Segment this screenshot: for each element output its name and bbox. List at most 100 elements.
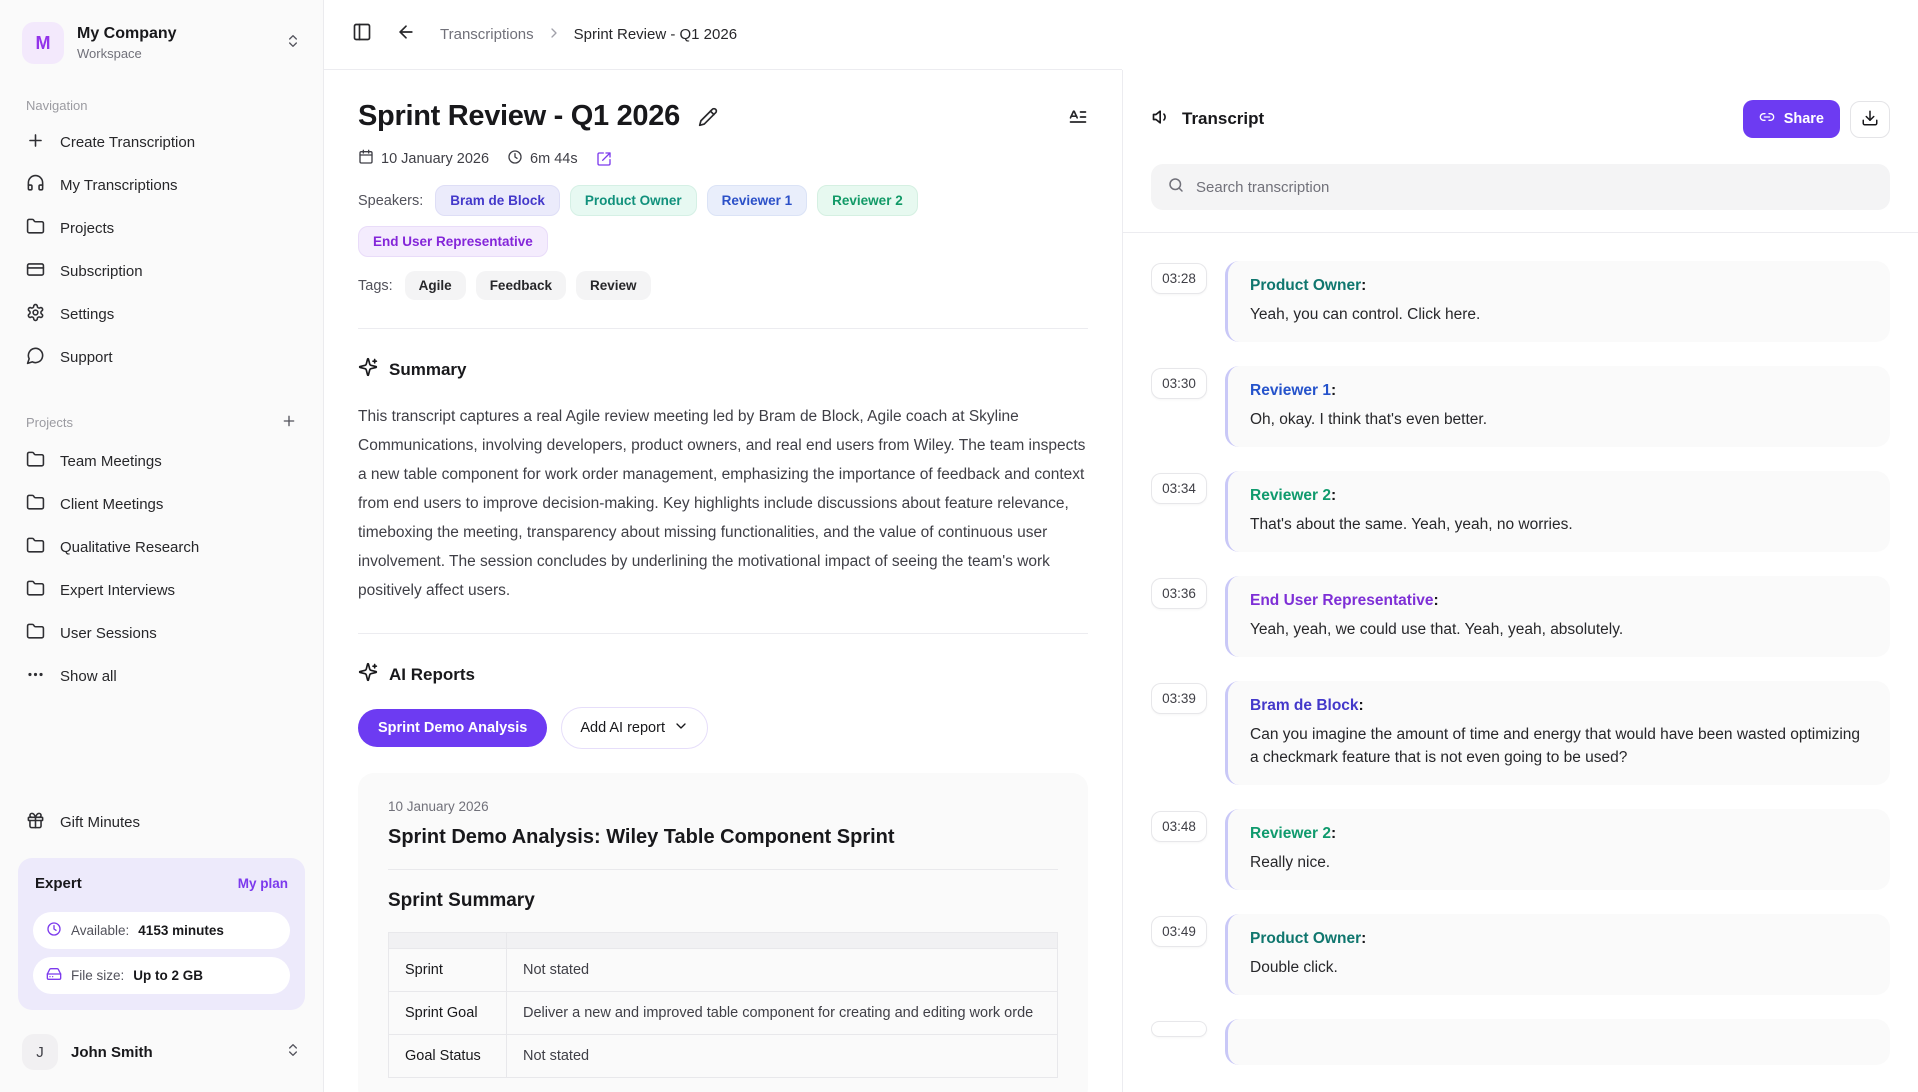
sidebar-project-qualitative-research[interactable]: Qualitative Research <box>18 526 305 569</box>
transcript-entry <box>1151 1019 1890 1065</box>
timestamp-pill[interactable]: 03:34 <box>1151 473 1207 504</box>
sidebar-item-settings[interactable]: Settings <box>18 293 305 336</box>
summary-heading: Summary <box>358 357 1088 382</box>
transcript-entry: 03:48 Reviewer 2: Really nice. <box>1151 809 1890 890</box>
projects-section-label: Projects <box>26 413 297 432</box>
transcript-text: That's about the same. Yeah, yeah, no wo… <box>1250 513 1868 536</box>
plan-card: Expert My plan Available: 4153 minutes F… <box>18 858 305 1010</box>
sidebar-project-team-meetings[interactable]: Team Meetings <box>18 440 305 483</box>
letter-text-icon-button[interactable] <box>1068 107 1088 127</box>
plan-available-pill: Available: 4153 minutes <box>33 912 290 949</box>
speaker-chip-end-user-representative[interactable]: End User Representative <box>358 226 548 257</box>
sparkles-icon <box>358 357 378 382</box>
timestamp-pill[interactable]: 03:36 <box>1151 578 1207 609</box>
workspace-type: Workspace <box>77 46 177 61</box>
folder-icon <box>26 622 45 645</box>
timestamp-pill[interactable]: 03:39 <box>1151 683 1207 714</box>
external-link-icon[interactable] <box>596 151 612 167</box>
headphones-icon <box>26 174 45 197</box>
transcript-bubble[interactable]: Reviewer 2: That's about the same. Yeah,… <box>1225 471 1890 552</box>
sidebar-item-label: Settings <box>60 306 114 323</box>
chevron-right-icon <box>546 25 562 45</box>
user-menu[interactable]: J John Smith <box>18 1030 305 1074</box>
sidebar-project-user-sessions[interactable]: User Sessions <box>18 612 305 655</box>
my-plan-link[interactable]: My plan <box>238 876 288 891</box>
search-icon <box>1167 176 1185 199</box>
transcript-text: Can you imagine the amount of time and e… <box>1250 723 1868 769</box>
transcript-bubble[interactable] <box>1225 1019 1890 1065</box>
chevron-down-icon <box>673 718 689 738</box>
tag-agile[interactable]: Agile <box>405 271 466 300</box>
transcript-bubble[interactable]: Reviewer 2: Really nice. <box>1225 809 1890 890</box>
tags-label: Tags: <box>358 278 393 294</box>
timestamp-pill[interactable]: 03:30 <box>1151 368 1207 399</box>
clock-icon <box>507 149 523 169</box>
sidebar-toggle-button[interactable] <box>352 22 372 47</box>
page-title: Sprint Review - Q1 2026 <box>358 100 680 133</box>
sidebar-item-create-transcription[interactable]: Create Transcription <box>18 121 305 164</box>
transcript-title: Transcript <box>1182 109 1264 129</box>
share-button[interactable]: Share <box>1743 100 1840 138</box>
sidebar-item-label: User Sessions <box>60 625 157 642</box>
sidebar-gift-minutes[interactable]: Gift Minutes <box>18 801 305 844</box>
table-header-row <box>389 933 1058 949</box>
ai-report-card: 10 January 2026 Sprint Demo Analysis: Wi… <box>358 773 1088 1092</box>
tag-review[interactable]: Review <box>576 271 651 300</box>
speaker-name: Bram de Block <box>1250 697 1359 714</box>
transcript-entry: 03:39 Bram de Block: Can you imagine the… <box>1151 681 1890 785</box>
sidebar-project-expert-interviews[interactable]: Expert Interviews <box>18 569 305 612</box>
sidebar-show-all[interactable]: Show all <box>18 655 305 698</box>
transcript-bubble[interactable]: End User Representative: Yeah, yeah, we … <box>1225 576 1890 657</box>
chevrons-up-down-icon <box>285 33 301 54</box>
transcript-entry: 03:49 Product Owner: Double click. <box>1151 914 1890 995</box>
sidebar: M My Company Workspace Navigation Create… <box>0 0 324 1092</box>
add-ai-report-button[interactable]: Add AI report <box>561 707 708 749</box>
sidebar-item-label: Team Meetings <box>60 453 162 470</box>
navigation-section-label: Navigation <box>26 98 297 113</box>
sidebar-item-label: Client Meetings <box>60 496 163 513</box>
speakers-label: Speakers: <box>358 193 423 209</box>
transcript-panel: Transcript Share 03:28 Product Owner: Ye… <box>1122 70 1918 1092</box>
timestamp-pill[interactable] <box>1151 1021 1207 1037</box>
edit-title-button[interactable] <box>698 107 718 127</box>
back-button[interactable] <box>396 22 416 47</box>
timestamp-pill[interactable]: 03:49 <box>1151 916 1207 947</box>
sparkles-icon <box>358 662 378 687</box>
search-input[interactable] <box>1196 179 1874 196</box>
timestamp-pill[interactable]: 03:48 <box>1151 811 1207 842</box>
speaker-chip-bram-de-block[interactable]: Bram de Block <box>435 185 560 216</box>
calendar-icon <box>358 149 374 169</box>
sidebar-item-projects[interactable]: Projects <box>18 207 305 250</box>
folder-icon <box>26 450 45 473</box>
speakers-row-2: End User Representative <box>358 226 1088 257</box>
credit-card-icon <box>26 260 45 283</box>
sprint-summary-table: Sprint Not stated Sprint Goal Deliver a … <box>388 932 1058 1078</box>
sidebar-item-my-transcriptions[interactable]: My Transcriptions <box>18 164 305 207</box>
avatar: J <box>22 1034 58 1070</box>
transcript-bubble[interactable]: Reviewer 1: Oh, okay. I think that's eve… <box>1225 366 1890 447</box>
speaker-name: Reviewer 1 <box>1250 382 1331 399</box>
tag-feedback[interactable]: Feedback <box>476 271 566 300</box>
sidebar-item-support[interactable]: Support <box>18 336 305 379</box>
add-project-button[interactable] <box>281 413 297 432</box>
sidebar-project-client-meetings[interactable]: Client Meetings <box>18 483 305 526</box>
timestamp-pill[interactable]: 03:28 <box>1151 263 1207 294</box>
speaker-name: End User Representative <box>1250 592 1434 609</box>
download-button[interactable] <box>1850 101 1890 138</box>
transcript-bubble[interactable]: Bram de Block: Can you imagine the amoun… <box>1225 681 1890 785</box>
chat-icon <box>26 346 45 369</box>
transcript-bubble[interactable]: Product Owner: Yeah, you can control. Cl… <box>1225 261 1890 342</box>
sidebar-item-subscription[interactable]: Subscription <box>18 250 305 293</box>
transcript-bubble[interactable]: Product Owner: Double click. <box>1225 914 1890 995</box>
workspace-switcher[interactable]: M My Company Workspace <box>18 22 305 64</box>
chevrons-up-down-icon <box>285 1042 301 1063</box>
report-tab-sprint-demo-analysis[interactable]: Sprint Demo Analysis <box>358 709 547 747</box>
plan-name: Expert <box>35 875 82 892</box>
sidebar-spacer <box>18 698 305 801</box>
speaker-chip-reviewer-2[interactable]: Reviewer 2 <box>817 185 918 216</box>
speaker-chip-product-owner[interactable]: Product Owner <box>570 185 697 216</box>
sidebar-item-label: Subscription <box>60 263 143 280</box>
breadcrumb-transcriptions[interactable]: Transcriptions <box>440 26 534 43</box>
speaker-chip-reviewer-1[interactable]: Reviewer 1 <box>707 185 808 216</box>
gear-icon <box>26 303 45 326</box>
